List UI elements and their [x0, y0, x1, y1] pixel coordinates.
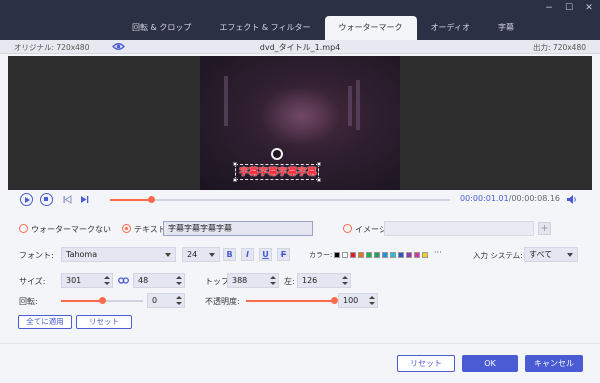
- no-watermark-radio[interactable]: [19, 224, 28, 233]
- progress-slider[interactable]: [110, 196, 450, 203]
- color-swatch[interactable]: [414, 252, 420, 258]
- reset-watermark-button[interactable]: リセット: [76, 315, 132, 329]
- close-icon[interactable]: ✕: [584, 3, 594, 13]
- left-value: 126: [302, 276, 318, 285]
- watermark-text-input[interactable]: 字幕字幕字幕字幕: [163, 221, 313, 236]
- ok-button[interactable]: OK: [462, 355, 518, 372]
- color-swatch[interactable]: [350, 252, 356, 258]
- playback-bar: 00:00:01.01/00:00:08.16: [0, 190, 600, 210]
- tab-rotate-crop[interactable]: 回転 & クロップ: [118, 16, 205, 40]
- color-label: カラー:: [309, 251, 333, 259]
- total-time: /00:00:08.16: [508, 194, 561, 203]
- image-path-input[interactable]: [384, 221, 534, 236]
- top-stepper[interactable]: 388: [227, 273, 279, 288]
- opacity-label: 不透明度:: [205, 297, 240, 306]
- window-controls: − ☐ ✕: [544, 3, 594, 13]
- tab-watermark[interactable]: ウォーターマーク: [324, 16, 417, 40]
- size-row: サイズ: 301 48 トップ: 388 左: 126: [0, 272, 600, 292]
- left-label: 左:: [284, 277, 295, 286]
- color-swatch[interactable]: [374, 252, 380, 258]
- color-swatch[interactable]: [342, 252, 348, 258]
- color-swatch[interactable]: [398, 252, 404, 258]
- opacity-value: 100: [343, 296, 359, 305]
- bold-button[interactable]: B: [223, 248, 236, 261]
- apply-to-all-button[interactable]: 全てに適用: [18, 315, 72, 329]
- rotation-opacity-row: 回転: 0 不透明度: 100: [0, 292, 600, 312]
- rotation-slider[interactable]: [61, 297, 143, 304]
- strikethrough-button[interactable]: F: [277, 248, 290, 261]
- more-colors-button[interactable]: ···: [434, 248, 442, 257]
- volume-icon[interactable]: [566, 194, 578, 205]
- underline-button[interactable]: U: [259, 248, 272, 261]
- font-label: フォント:: [19, 251, 54, 260]
- watermark-type-row: ウォーターマークない テキスト 字幕字幕字幕字幕 イメージ +: [0, 220, 600, 240]
- width-value: 301: [66, 276, 82, 285]
- no-watermark-label: ウォーターマークない: [31, 225, 111, 234]
- italic-button[interactable]: I: [241, 248, 254, 261]
- height-stepper[interactable]: 48: [133, 273, 185, 288]
- top-value: 388: [232, 276, 248, 285]
- watermark-text-preview: 字幕字幕字幕字幕: [239, 167, 317, 178]
- link-aspect-icon[interactable]: [118, 276, 129, 285]
- color-swatch[interactable]: [334, 252, 340, 258]
- file-name: dvd_タイトル_1.mp4: [259, 43, 341, 52]
- maximize-icon[interactable]: ☐: [564, 3, 574, 13]
- image-watermark-label: イメージ: [355, 225, 387, 234]
- opacity-slider[interactable]: [246, 297, 338, 304]
- rotation-value: 0: [152, 296, 158, 305]
- color-swatch[interactable]: [406, 252, 412, 258]
- font-size-select[interactable]: 24: [182, 247, 220, 262]
- rotation-stepper[interactable]: 0: [147, 293, 185, 308]
- text-watermark-radio[interactable]: [122, 224, 131, 233]
- tab-bar: 回転 & クロップ エフェクト & フィルター ウォーターマーク オーディオ 字…: [118, 16, 528, 40]
- image-watermark-radio[interactable]: [343, 224, 352, 233]
- cancel-button[interactable]: キャンセル: [525, 355, 583, 372]
- watermark-box[interactable]: 字幕字幕字幕字幕: [233, 162, 321, 182]
- title-bar: − ☐ ✕ 回転 & クロップ エフェクト & フィルター ウォーターマーク オ…: [0, 0, 600, 40]
- font-family-select[interactable]: Tahoma: [61, 247, 176, 262]
- add-image-button[interactable]: +: [538, 222, 551, 235]
- size-label: サイズ:: [19, 277, 46, 286]
- input-system-label: 入力 システム:: [473, 251, 523, 260]
- video-preview: 字幕字幕字幕字幕: [8, 56, 592, 190]
- rotate-handle[interactable]: [271, 148, 283, 160]
- timecode: 00:00:01.01/00:00:08.16: [460, 194, 560, 203]
- color-swatch[interactable]: [358, 252, 364, 258]
- tab-audio[interactable]: オーディオ: [417, 16, 484, 40]
- color-swatch[interactable]: [422, 252, 428, 258]
- font-row: フォント: Tahoma 24 B I U F カラー: ··· 入力 システム…: [0, 246, 600, 266]
- reset-button[interactable]: リセット: [397, 355, 455, 372]
- text-watermark-label: テキスト: [134, 225, 166, 234]
- height-value: 48: [138, 276, 149, 285]
- current-time: 00:00:01.01: [460, 194, 509, 203]
- info-bar: オリジナル: 720x480 dvd_タイトル_1.mp4 出力: 720x48…: [0, 40, 600, 54]
- play-button[interactable]: [20, 193, 33, 206]
- input-system-select[interactable]: すべて: [524, 247, 578, 262]
- tab-subtitles[interactable]: 字幕: [484, 16, 528, 40]
- color-swatch[interactable]: [382, 252, 388, 258]
- skip-forward-icon[interactable]: [80, 195, 89, 204]
- skip-back-icon[interactable]: [63, 195, 72, 204]
- stop-button[interactable]: [40, 193, 53, 206]
- left-stepper[interactable]: 126: [297, 273, 351, 288]
- width-stepper[interactable]: 301: [61, 273, 113, 288]
- color-swatch[interactable]: [390, 252, 396, 258]
- output-resolution: 出力: 720x480: [533, 43, 586, 52]
- tab-effects-filters[interactable]: エフェクト & フィルター: [205, 16, 324, 40]
- rotation-label: 回転:: [19, 297, 38, 306]
- color-swatch[interactable]: [366, 252, 372, 258]
- watermark-editor-window: − ☐ ✕ 回転 & クロップ エフェクト & フィルター ウォーターマーク オ…: [0, 0, 600, 383]
- dialog-footer: リセット OK キャンセル: [0, 343, 600, 383]
- minimize-icon[interactable]: −: [544, 3, 554, 13]
- opacity-stepper[interactable]: 100: [338, 293, 378, 308]
